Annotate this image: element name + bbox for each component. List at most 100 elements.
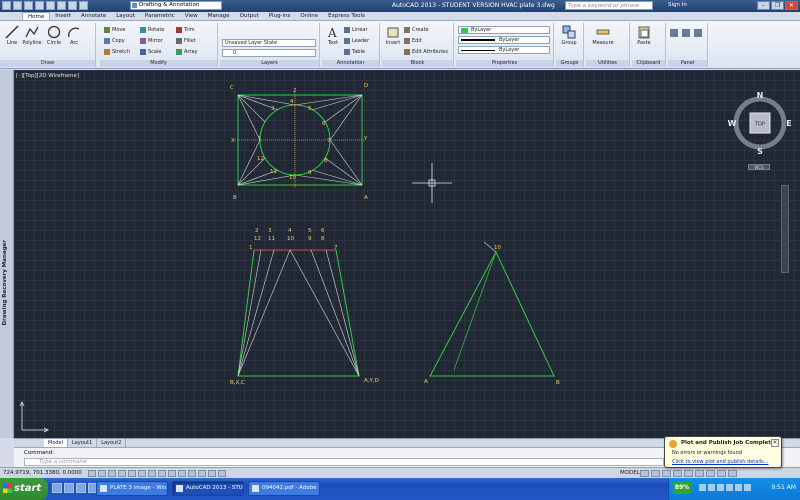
tab-home[interactable]: Home: [22, 12, 51, 20]
linear-button[interactable]: Linear: [344, 27, 368, 33]
current-layer-dropdown[interactable]: 0: [222, 49, 316, 57]
notification-close-button[interactable]: ×: [771, 439, 779, 447]
lineweight-toggle-icon[interactable]: [188, 470, 196, 477]
compass-north[interactable]: N: [757, 91, 764, 100]
hardware-acceleration-icon[interactable]: [706, 470, 715, 477]
workspace-switch-icon[interactable]: [684, 470, 693, 477]
antivirus-icon[interactable]: [717, 484, 724, 491]
compass-south[interactable]: S: [757, 147, 763, 156]
tab-annotate[interactable]: Annotate: [76, 12, 111, 20]
brush-tool-icon[interactable]: [694, 29, 702, 37]
model-space-button[interactable]: MODEL: [620, 470, 640, 476]
coordinate-readout[interactable]: 724.9719, 701.3380, 0.0000: [3, 470, 82, 476]
tab-layout2[interactable]: Layout2: [97, 439, 127, 447]
linetype-dropdown[interactable]: ByLayer: [458, 46, 550, 54]
tab-layout[interactable]: Layout: [111, 12, 140, 20]
redo-icon[interactable]: [79, 1, 88, 10]
polar-icon[interactable]: [128, 470, 136, 477]
bluetooth-icon[interactable]: [726, 484, 733, 491]
tab-output[interactable]: Output: [235, 12, 264, 20]
drawing-canvas[interactable]: [–][Top][2D Wireframe] C D B A X Y 2 3 4…: [14, 70, 800, 438]
tab-view[interactable]: View: [180, 12, 203, 20]
navigation-bar[interactable]: [781, 185, 789, 273]
close-button[interactable]: ✕: [785, 1, 798, 10]
3d-osnap-icon[interactable]: [148, 470, 156, 477]
trim-button[interactable]: Trim: [176, 27, 195, 33]
tab-model[interactable]: Model: [44, 439, 69, 447]
ortho-icon[interactable]: [118, 470, 126, 477]
array-button[interactable]: Array: [176, 49, 197, 55]
quick-properties-icon[interactable]: [208, 470, 216, 477]
compass-east[interactable]: E: [786, 119, 791, 128]
measure-button[interactable]: Measure: [591, 25, 615, 46]
plot-icon[interactable]: [57, 1, 66, 10]
save-as-icon[interactable]: [46, 1, 55, 10]
network-icon[interactable]: [699, 484, 706, 491]
safely-remove-icon[interactable]: [744, 484, 751, 491]
start-button[interactable]: start: [0, 478, 48, 500]
tab-manage[interactable]: Manage: [203, 12, 235, 20]
line-button[interactable]: Line: [2, 25, 22, 46]
arc-button[interactable]: Arc: [64, 25, 84, 46]
taskbar-item-autocad[interactable]: AutoCAD 2013 - STU...: [172, 481, 244, 496]
quick-view-layouts-icon[interactable]: [640, 470, 649, 477]
mirror-button[interactable]: Mirror: [140, 38, 163, 44]
fillet-button[interactable]: Fillet: [176, 38, 196, 44]
scale-button[interactable]: Scale: [140, 49, 161, 55]
firefox-icon[interactable]: [52, 483, 62, 493]
app-menu-icon[interactable]: [2, 1, 11, 10]
color-dropdown[interactable]: ByLayer: [458, 26, 550, 34]
text-button[interactable]: A Text: [323, 25, 343, 46]
command-input[interactable]: Type a command: [24, 458, 664, 466]
tab-online[interactable]: Online: [295, 12, 323, 20]
compass-west[interactable]: W: [728, 119, 737, 128]
edit-attributes-button[interactable]: Edit Attributes: [404, 49, 448, 55]
osnap-icon[interactable]: [138, 470, 146, 477]
chrome-icon[interactable]: [64, 483, 74, 493]
pline-tool-icon[interactable]: [670, 29, 678, 37]
workspace-dropdown[interactable]: Drafting & Annotation: [130, 1, 222, 10]
undo-icon[interactable]: [68, 1, 77, 10]
create-block-button[interactable]: Create: [404, 27, 429, 33]
isolate-objects-icon[interactable]: [717, 470, 726, 477]
tab-plug-ins[interactable]: Plug-ins: [264, 12, 296, 20]
media-player-icon[interactable]: [76, 483, 86, 493]
infer-constraints-icon[interactable]: [88, 470, 96, 477]
polyline-button[interactable]: Polyline: [22, 25, 42, 46]
edit-block-button[interactable]: Edit: [404, 38, 422, 44]
layer-state-dropdown[interactable]: Unsaved Layer State: [222, 39, 316, 47]
stretch-button[interactable]: Stretch: [104, 49, 130, 55]
group-button[interactable]: Group: [559, 25, 579, 46]
clock[interactable]: 9:51 AM: [771, 484, 796, 491]
sign-in-button[interactable]: Sign In: [668, 2, 687, 8]
pencil-tool-icon[interactable]: [682, 29, 690, 37]
tab-express-tools[interactable]: Express Tools: [323, 12, 370, 20]
snap-icon[interactable]: [98, 470, 106, 477]
open-icon[interactable]: [24, 1, 33, 10]
leader-button[interactable]: Leader: [344, 38, 369, 44]
rotate-button[interactable]: Rotate: [140, 27, 164, 33]
save-icon[interactable]: [35, 1, 44, 10]
move-button[interactable]: Move: [104, 27, 125, 33]
viewcube[interactable]: TOP N S E W: [728, 90, 792, 156]
wcs-dropdown[interactable]: WCS: [748, 164, 770, 170]
transparency-icon[interactable]: [198, 470, 206, 477]
circle-button[interactable]: Circle: [44, 25, 64, 46]
new-icon[interactable]: [13, 1, 22, 10]
copy-button[interactable]: Copy: [104, 38, 125, 44]
notification-details-link[interactable]: Click to view plot and publish details..…: [672, 459, 768, 465]
minimize-button[interactable]: –: [757, 1, 770, 10]
insert-button[interactable]: Insert: [383, 25, 403, 46]
drawing-recovery-palette[interactable]: Drawing Recovery Manager: [0, 70, 14, 438]
paste-button[interactable]: Paste: [634, 25, 654, 46]
taskbar-item-image-viewer[interactable]: PLATE 3 image - Wind...: [96, 481, 168, 496]
table-button[interactable]: Table: [344, 49, 365, 55]
autocad-tray-icon[interactable]: [735, 484, 742, 491]
quick-view-drawings-icon[interactable]: [651, 470, 660, 477]
otrack-icon[interactable]: [158, 470, 166, 477]
ducs-icon[interactable]: [168, 470, 176, 477]
annotation-visibility-icon[interactable]: [673, 470, 682, 477]
clean-screen-icon[interactable]: [728, 470, 737, 477]
tab-insert[interactable]: Insert: [50, 12, 76, 20]
search-input[interactable]: Type a keyword or phrase: [565, 1, 653, 10]
